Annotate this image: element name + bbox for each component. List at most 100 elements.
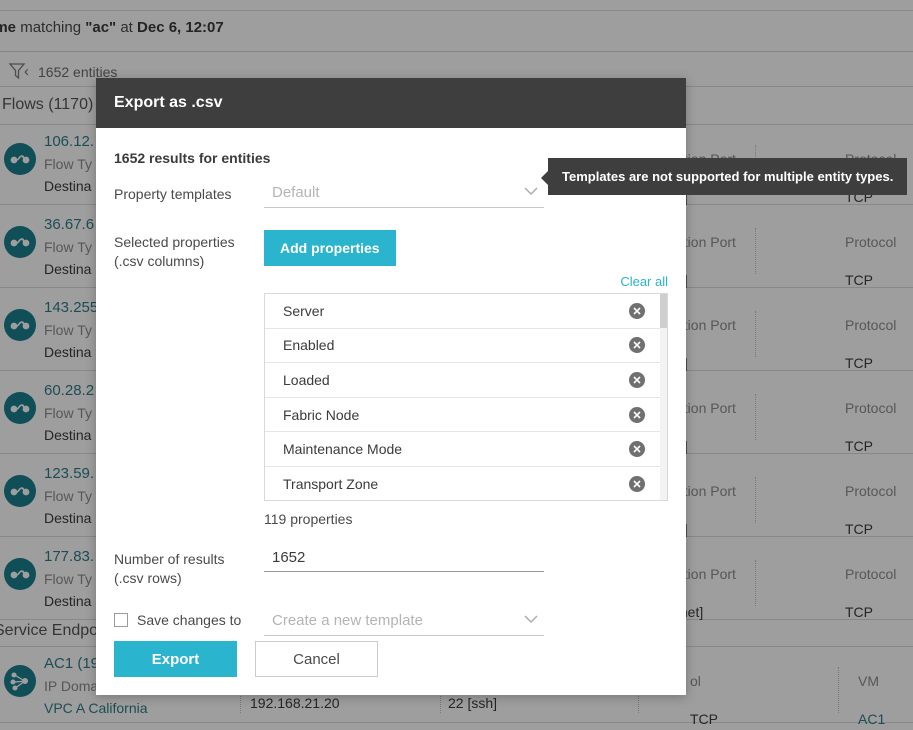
- flow-destination-label: Destina: [44, 344, 92, 360]
- flow-name: 36.67.6: [44, 216, 95, 233]
- remove-property-icon[interactable]: [629, 476, 645, 493]
- remove-property-icon[interactable]: [629, 302, 645, 319]
- flow-protocol-label: Protocol: [845, 566, 897, 582]
- flow-icon: [4, 392, 36, 424]
- flow-destination-label: Destina: [44, 178, 92, 194]
- endpoint-protocol-cell: ol TCP: [690, 673, 718, 727]
- selected-properties-label: Selected properties (.csv columns): [114, 230, 264, 271]
- properties-scrollbar-thumb[interactable]: [660, 294, 667, 328]
- save-changes-checkbox[interactable]: [114, 613, 128, 627]
- search-summary-prefix: ame: [0, 19, 17, 36]
- flow-protocol-label: Protocol: [845, 400, 897, 416]
- list-item[interactable]: Fabric Node: [265, 398, 667, 433]
- cell-divider: [755, 311, 757, 357]
- flow-type-label: Flow Ty: [44, 239, 92, 255]
- search-summary-middle: matching: [16, 19, 86, 36]
- flow-type-label: Flow Ty: [44, 322, 92, 338]
- endpoint-vpc-label: VPC A California: [44, 700, 148, 716]
- list-item[interactable]: Enabled: [265, 329, 667, 364]
- save-changes-row: Save changes to Create a new template: [114, 610, 668, 636]
- endpoint-vm-value: AC1: [858, 711, 886, 727]
- dialog-header: Export as .csv: [96, 78, 686, 128]
- selected-properties-list[interactable]: Server Enabled Loaded Fabric Node Mainte…: [264, 293, 668, 501]
- save-changes-label: Save changes to: [137, 612, 242, 628]
- search-summary-at: at: [116, 19, 138, 36]
- flow-protocol-value: TCP: [845, 438, 873, 454]
- selected-properties-label-line1: Selected properties: [114, 234, 235, 250]
- flow-icon: [4, 226, 36, 258]
- endpoint-vm-cell: VM AC1: [858, 673, 885, 727]
- endpoint-ip-domain-label: IP Doma: [44, 678, 99, 694]
- endpoint-name: AC1 (19: [44, 655, 100, 672]
- properties-count-text: 119 properties: [264, 511, 353, 527]
- section-header-service-endpoints: Service Endpo: [0, 622, 99, 639]
- list-item[interactable]: Maintenance Mode: [265, 432, 667, 467]
- dialog-actions: Export Cancel: [114, 641, 378, 677]
- list-item[interactable]: Loaded: [265, 363, 667, 398]
- list-item[interactable]: Server: [265, 294, 667, 329]
- chevron-down-icon: [524, 187, 538, 195]
- flow-protocol-cell: Protocol TCP: [845, 317, 896, 371]
- add-properties-button[interactable]: Add properties: [264, 230, 396, 266]
- property-name: Server: [283, 302, 325, 319]
- flow-type-label: Flow Ty: [44, 156, 92, 172]
- flow-destination-label: Destina: [44, 427, 92, 443]
- search-summary-bar: ame matching "ac" at Dec 6, 12:07: [0, 0, 913, 52]
- flow-protocol-value: TCP: [845, 521, 873, 537]
- dialog-body: 1652 results for entities Property templ…: [96, 128, 686, 695]
- save-template-placeholder: Create a new template: [272, 612, 423, 629]
- collapse-panel-chevron-icon[interactable]: ‹: [24, 63, 29, 80]
- flow-icon: [4, 475, 36, 507]
- search-summary-text: ame matching "ac" at Dec 6, 12:07: [0, 19, 224, 36]
- list-item[interactable]: Transport Zone: [265, 467, 667, 500]
- save-template-select[interactable]: Create a new template: [264, 610, 544, 636]
- number-of-results-label-line1: Number of results: [114, 551, 225, 567]
- flow-name: 60.28.2: [44, 382, 95, 399]
- remove-property-icon[interactable]: [629, 441, 645, 458]
- cell-divider: [755, 560, 757, 606]
- flow-protocol-cell: Protocol TCP: [845, 234, 896, 288]
- property-templates-placeholder: Default: [272, 184, 320, 201]
- flow-name: 143.255: [44, 299, 99, 316]
- search-summary-query: "ac": [85, 19, 117, 36]
- chevron-down-icon: [524, 615, 538, 623]
- property-templates-select[interactable]: Default: [264, 182, 544, 208]
- flow-type-label: Flow Ty: [44, 405, 92, 421]
- remove-property-icon[interactable]: [629, 337, 645, 354]
- search-summary-timestamp: Dec 6, 12:07: [137, 19, 224, 36]
- flow-protocol-label: Protocol: [845, 317, 897, 333]
- selected-properties-label-line2: (.csv columns): [114, 253, 205, 269]
- number-of-results-input[interactable]: 1652: [264, 547, 544, 572]
- flow-icon: [4, 309, 36, 341]
- cancel-button[interactable]: Cancel: [255, 641, 378, 677]
- property-name: Fabric Node: [283, 406, 360, 423]
- flow-name: 106.12.: [44, 133, 95, 150]
- cell-divider: [838, 667, 840, 713]
- flow-protocol-value: TCP: [845, 355, 873, 371]
- flow-protocol-value: TCP: [845, 272, 873, 288]
- flow-icon: [4, 558, 36, 590]
- clear-all-link[interactable]: Clear all: [264, 274, 668, 289]
- endpoint-protocol-value: TCP: [690, 711, 718, 727]
- templates-tooltip: Templates are not supported for multiple…: [540, 158, 908, 195]
- property-templates-label: Property templates: [114, 186, 232, 202]
- export-button[interactable]: Export: [114, 641, 237, 677]
- endpoint-ip-value: 192.168.21.20: [250, 695, 340, 711]
- flow-destination-label: Destina: [44, 593, 92, 609]
- cell-divider: [755, 394, 757, 440]
- section-header-flows: Flows (1170): [2, 96, 94, 113]
- flow-destination-label: Destina: [44, 510, 92, 526]
- flow-icon: [4, 143, 36, 175]
- service-endpoint-icon: [4, 665, 36, 697]
- flow-type-label: Flow Ty: [44, 488, 92, 504]
- flow-destination-label: Destina: [44, 261, 92, 277]
- flow-protocol-label: Protocol: [845, 234, 897, 250]
- remove-property-icon[interactable]: [629, 406, 645, 423]
- property-name: Maintenance Mode: [283, 441, 403, 458]
- flow-protocol-cell: Protocol TCP: [845, 566, 896, 620]
- remove-property-icon[interactable]: [629, 371, 645, 388]
- endpoint-vm-label: VM: [858, 673, 879, 689]
- selected-properties-row: Selected properties (.csv columns) Add p…: [114, 230, 668, 527]
- number-of-results-row: Number of results (.csv rows) 1652: [114, 547, 668, 588]
- property-name: Enabled: [283, 337, 335, 354]
